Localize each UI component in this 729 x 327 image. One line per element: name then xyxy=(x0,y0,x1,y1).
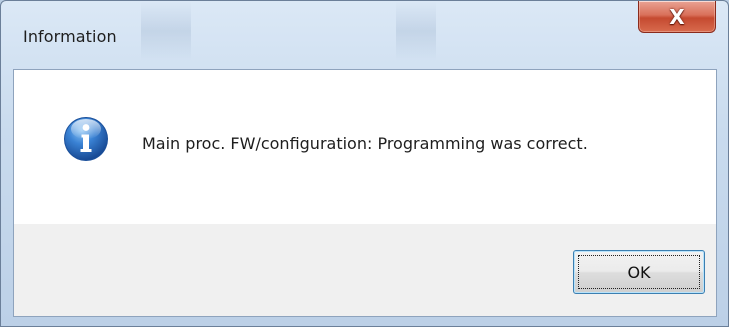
ok-button[interactable]: OK xyxy=(573,250,705,294)
message-text: Main proc. FW/configuration: Programming… xyxy=(142,134,588,153)
focus-rectangle: OK xyxy=(578,255,700,289)
ok-button-label: OK xyxy=(627,262,651,282)
info-icon xyxy=(64,117,108,161)
title-bar[interactable]: Information X xyxy=(1,1,728,69)
message-area: Main proc. FW/configuration: Programming… xyxy=(14,70,716,224)
dialog-content: Main proc. FW/configuration: Programming… xyxy=(13,69,717,317)
dialog-window: Information X Main proc. FW/configuratio… xyxy=(0,0,729,327)
close-icon: X xyxy=(669,4,685,29)
close-button[interactable]: X xyxy=(638,1,716,33)
window-title: Information xyxy=(23,27,117,46)
